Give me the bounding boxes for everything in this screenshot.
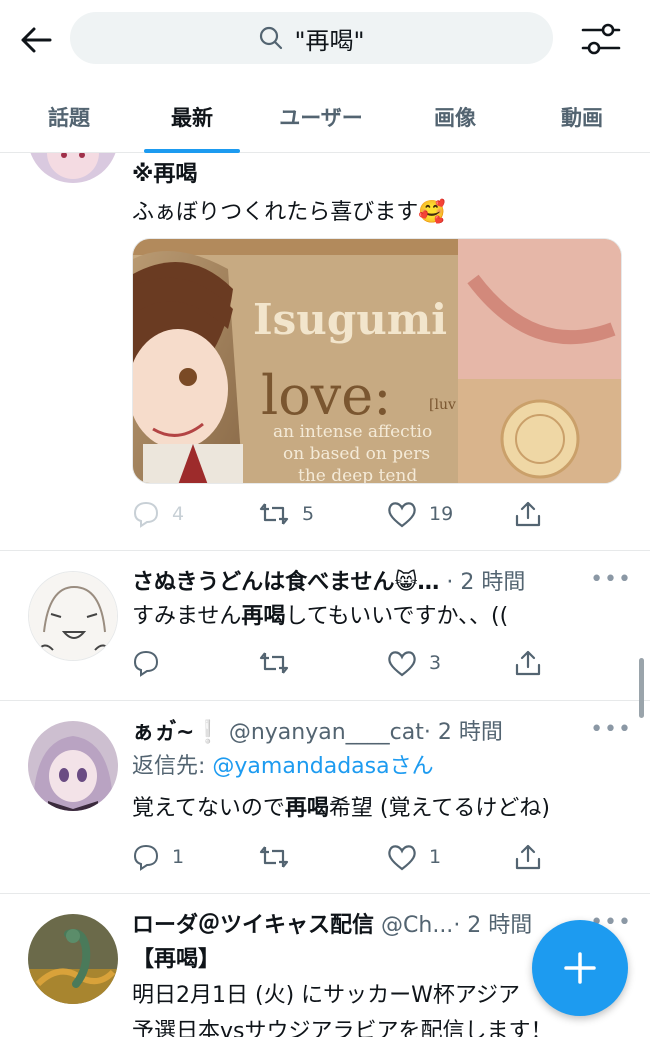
more-options-icon[interactable]: ••• [590, 567, 632, 592]
tweet-actions: 4 5 19 [132, 496, 562, 532]
search-tabs: 話題 最新 ユーザー 画像 動画 [0, 80, 650, 153]
tweet-title: ※再喝 [132, 162, 198, 187]
heart-icon [388, 502, 416, 528]
retweet-icon [259, 652, 289, 674]
share-icon [515, 650, 541, 676]
reply-context: 返信先: @yamandadasaさん [132, 754, 434, 779]
reply-button[interactable]: 1 [132, 839, 184, 875]
like-count: 19 [429, 503, 454, 525]
tab-people[interactable]: ユーザー [246, 80, 396, 153]
share-button[interactable] [514, 645, 542, 681]
plus-icon [564, 952, 596, 984]
reply-button[interactable] [132, 645, 172, 681]
retweet-icon [259, 846, 289, 868]
back-button[interactable] [16, 20, 56, 60]
tweet-actions: 1 1 [132, 839, 562, 875]
reply-count: 4 [172, 503, 185, 525]
sliders-icon [581, 23, 621, 55]
heart-icon [388, 845, 416, 871]
reply-count: 1 [172, 846, 185, 868]
retweet-icon [259, 503, 289, 525]
media-text-2: love: [261, 364, 391, 427]
tweet-body: ぁヵ゙~❕ @nyanyan____cat· 2 時間 返信先: @yamand… [132, 717, 626, 825]
share-icon [515, 501, 541, 527]
tweet-text: すみません再喝してもいいですか、、(( [132, 604, 509, 629]
retweet-count: 5 [302, 503, 315, 525]
compose-tweet-button[interactable] [532, 920, 628, 1016]
tweet-body: ※再喝 ふぁぼりつくれたら喜びます🥰 [132, 159, 626, 229]
reply-to-link[interactable]: @yamandadasa [212, 754, 389, 779]
media-text-3: an intense affectio [273, 422, 432, 442]
tab-photos[interactable]: 画像 [396, 80, 514, 153]
display-name[interactable]: ぁヵ゙~❕ [132, 720, 222, 745]
avatar[interactable] [28, 721, 118, 811]
media-text-1: Isugumi [253, 295, 447, 344]
reply-icon [133, 844, 159, 871]
share-button[interactable] [514, 839, 542, 875]
arrow-left-icon [21, 27, 52, 53]
tweet-text: ふぁぼりつくれたら喜びます🥰 [132, 200, 446, 225]
media-text-5: the deep tend [298, 466, 417, 484]
tab-videos[interactable]: 動画 [514, 80, 650, 153]
tweet-actions: 3 [132, 645, 562, 681]
retweet-button[interactable] [258, 645, 302, 681]
tweet-time[interactable]: · 2 時間 [446, 570, 525, 595]
like-button[interactable]: 19 [387, 496, 453, 532]
like-count: 1 [429, 846, 442, 868]
user-handle[interactable]: @nyanyan____cat [229, 720, 424, 745]
tweet-text: 覚えてないので再喝希望 (覚えてるけどね) [132, 796, 550, 821]
avatar[interactable] [28, 153, 118, 183]
media-text-bracket: [luv [429, 397, 456, 413]
display-name[interactable]: ローダ＠ツイキャス配信 [132, 913, 374, 938]
search-query: "再喝" [294, 26, 365, 55]
like-button[interactable]: 3 [387, 645, 441, 681]
reply-icon [133, 650, 159, 677]
like-count: 3 [429, 652, 442, 674]
retweet-button[interactable] [258, 839, 302, 875]
tweet-item[interactable]: さぬきうどんは食べません😸… · 2 時間 すみません再喝してもいいですか、、(… [0, 551, 650, 701]
tab-top[interactable]: 話題 [0, 80, 138, 153]
tweet-item[interactable]: ※再喝 ふぁぼりつくれたら喜びます🥰 Isugumi love: [luv an… [0, 153, 650, 551]
search-input[interactable]: "再喝" [70, 12, 553, 64]
filter-button[interactable] [578, 18, 624, 60]
tab-latest[interactable]: 最新 [138, 80, 246, 153]
tweet-body: さぬきうどんは食べません😸… · 2 時間 すみません再喝してもいいですか、、(… [132, 567, 626, 633]
media-text-4: on based on pers [283, 444, 430, 464]
top-bar: "再喝" [0, 0, 650, 80]
reply-icon [133, 501, 159, 528]
search-icon [260, 26, 283, 50]
avatar[interactable] [28, 571, 118, 661]
tweet-time[interactable]: · 2 時間 [424, 720, 503, 745]
scrollbar[interactable] [639, 658, 644, 718]
heart-icon [388, 651, 416, 677]
tweet-text-line-3: 予選日本vsサウジアラビアを配信します！ [132, 1019, 553, 1037]
more-options-icon[interactable]: ••• [590, 717, 632, 742]
tweet-time[interactable]: · 2 時間 [453, 913, 532, 938]
like-button[interactable]: 1 [387, 839, 441, 875]
tweet-image[interactable]: Isugumi love: [luv an intense affectio o… [132, 238, 622, 484]
avatar[interactable] [28, 914, 118, 1004]
timeline: ※再喝 ふぁぼりつくれたら喜びます🥰 Isugumi love: [luv an… [0, 153, 650, 1037]
tweet-item[interactable]: ぁヵ゙~❕ @nyanyan____cat· 2 時間 返信先: @yamand… [0, 701, 650, 894]
display-name[interactable]: さぬきうどんは食べません😸… [132, 570, 439, 595]
reply-button[interactable]: 4 [132, 496, 184, 532]
user-handle[interactable]: @Ch... [381, 913, 453, 938]
share-button[interactable] [514, 496, 542, 532]
retweet-button[interactable]: 5 [258, 496, 314, 532]
share-icon [515, 844, 541, 870]
